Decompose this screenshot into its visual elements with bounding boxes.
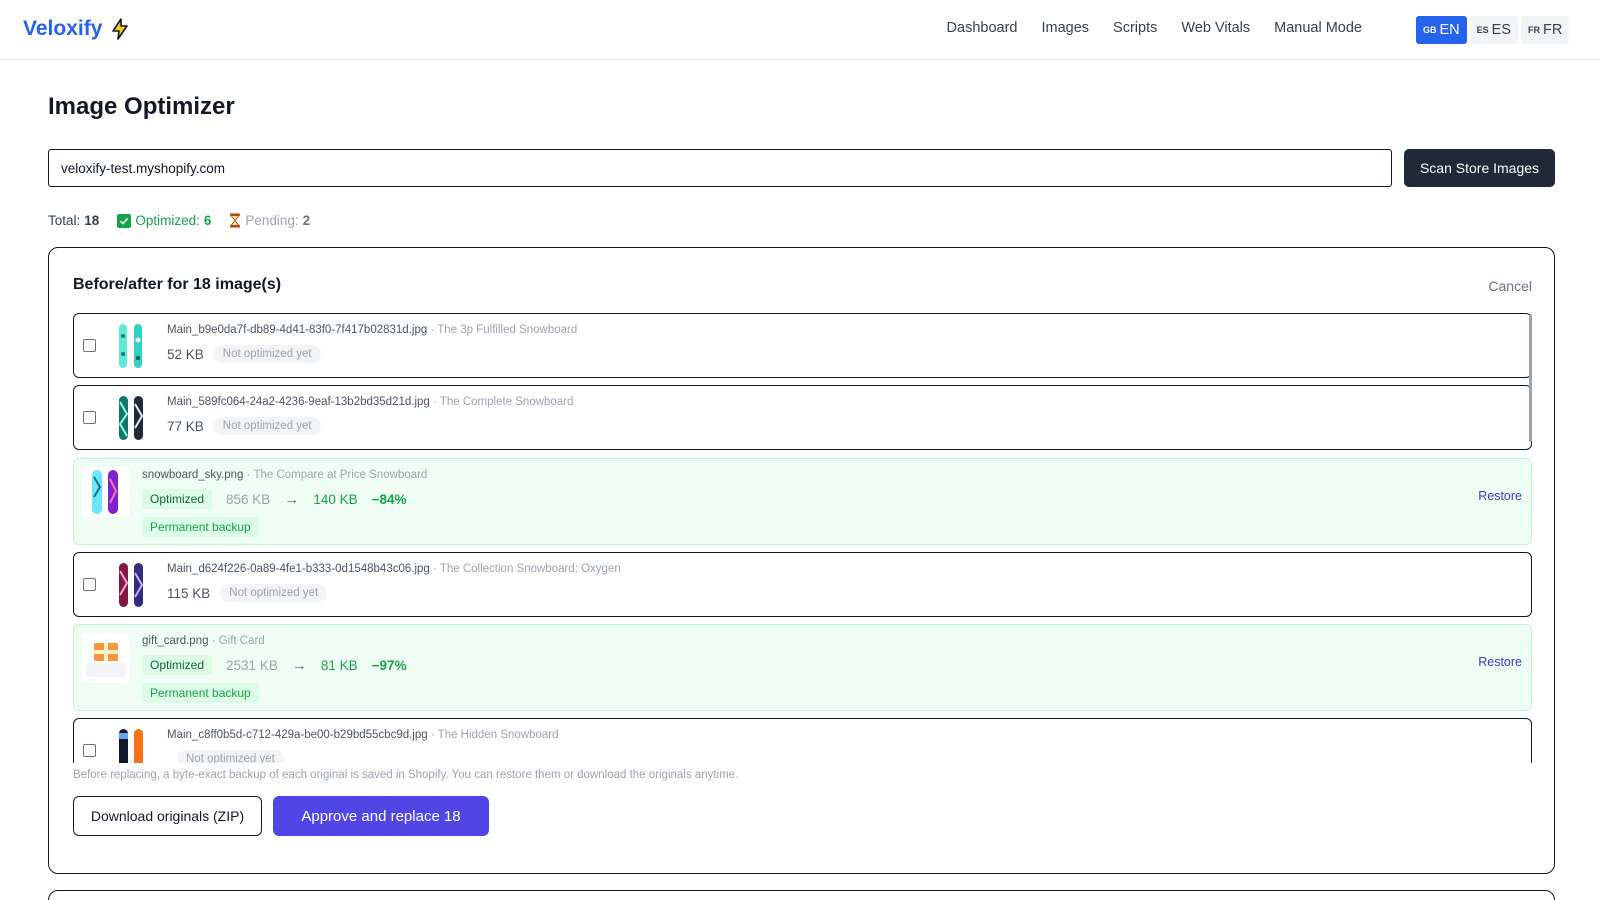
- flag-fr-icon: FR: [1528, 25, 1541, 35]
- image-row-optimized: gift_card.png · Gift Card Optimized 2531…: [73, 624, 1532, 711]
- main-nav: Dashboard Images Scripts Web Vitals Manu…: [947, 20, 1362, 36]
- language-switcher: GB EN ES ES FR FR: [1416, 16, 1570, 44]
- status-badge: Not optimized yet: [213, 417, 321, 435]
- nav-web-vitals[interactable]: Web Vitals: [1181, 20, 1250, 36]
- snowboard-thumbnail: [82, 467, 130, 517]
- stat-pending: Pending: 2: [229, 213, 310, 228]
- arrow-right-icon: →: [284, 490, 300, 508]
- image-stats: Total: 18 Optimized: 6 Pending: 2: [48, 213, 310, 228]
- stat-optimized-value: 6: [203, 213, 212, 228]
- image-row-optimized: snowboard_sky.png · The Compare at Price…: [73, 458, 1532, 545]
- optimized-size: 140 KB: [313, 491, 358, 507]
- select-checkbox[interactable]: [83, 578, 96, 591]
- lang-es-button[interactable]: ES ES: [1469, 16, 1519, 44]
- nav-dashboard[interactable]: Dashboard: [947, 20, 1018, 36]
- file-name: gift_card.png · Gift Card: [142, 635, 265, 647]
- cancel-link[interactable]: Cancel: [1488, 278, 1532, 294]
- flag-gb-icon: GB: [1423, 25, 1437, 35]
- image-row: Main_d624f226-0a89-4fe1-b333-0d1548b43c0…: [73, 552, 1532, 617]
- product-name: · The Complete Snowboard: [429, 396, 574, 408]
- file-size: 52 KB: [167, 346, 204, 362]
- restore-link[interactable]: Restore: [1478, 489, 1522, 503]
- stat-pending-value: 2: [302, 213, 311, 228]
- savings-percent: −97%: [371, 657, 407, 673]
- file-name: Main_b9e0da7f-db89-4d41-83f0-7f417b02831…: [167, 324, 578, 336]
- stat-optimized: Optimized: 6: [117, 213, 211, 228]
- status-badge: Optimized: [142, 489, 213, 509]
- image-row: Main_c8ff0b5d-c712-429a-be00-b29bd55cbc9…: [73, 718, 1532, 763]
- product-name: · The Collection Snowboard: Oxygen: [429, 563, 621, 575]
- product-name: · The Compare at Price Snowboard: [243, 469, 428, 481]
- original-size: 856 KB: [226, 491, 271, 507]
- snowboard-thumbnail: [118, 396, 144, 440]
- image-row: Main_589fc064-24a2-4236-9eaf-13b2bd35d21…: [73, 385, 1532, 450]
- nav-manual-mode[interactable]: Manual Mode: [1274, 20, 1362, 36]
- status-badge: Not optimized yet: [213, 345, 321, 363]
- brand-logo[interactable]: Veloxify: [23, 17, 132, 41]
- check-icon: [117, 213, 132, 228]
- file-name: snowboard_sky.png · The Compare at Price…: [142, 469, 428, 481]
- lang-label: ES: [1491, 22, 1512, 38]
- backup-badge: Permanent backup: [142, 683, 259, 703]
- top-navbar: Veloxify Dashboard Images Scripts Web Vi…: [0, 0, 1600, 60]
- file-size: 77 KB: [167, 418, 204, 434]
- file-name: Main_589fc064-24a2-4236-9eaf-13b2bd35d21…: [167, 396, 574, 408]
- select-checkbox[interactable]: [83, 744, 96, 757]
- arrow-right-icon: →: [291, 656, 307, 674]
- gift-card-thumbnail: [82, 633, 130, 683]
- flag-es-icon: ES: [1476, 25, 1489, 35]
- snowboard-thumbnail: [119, 324, 142, 368]
- stat-total-value: 18: [84, 213, 100, 228]
- hourglass-icon: [230, 213, 241, 228]
- lang-fr-button[interactable]: FR FR: [1521, 16, 1570, 44]
- stat-total: Total: 18: [48, 213, 100, 228]
- lang-label: FR: [1543, 22, 1563, 38]
- product-name: · Gift Card: [208, 635, 265, 647]
- file-size: 115 KB: [167, 585, 211, 601]
- nav-images[interactable]: Images: [1041, 20, 1089, 36]
- snowboard-thumbnail: [119, 563, 144, 607]
- status-badge: Not optimized yet: [177, 750, 284, 763]
- backup-badge: Permanent backup: [142, 517, 259, 537]
- page-title: Image Optimizer: [48, 93, 235, 120]
- select-checkbox[interactable]: [83, 411, 96, 424]
- optimized-size: 81 KB: [320, 657, 358, 673]
- file-name: Main_d624f226-0a89-4fe1-b333-0d1548b43c0…: [167, 563, 621, 575]
- before-after-panel: Before/after for 18 image(s) Cancel Main…: [48, 247, 1555, 874]
- image-list[interactable]: Main_b9e0da7f-db89-4d41-83f0-7f417b02831…: [73, 313, 1532, 763]
- product-name: · The 3p Fulfilled Snowboard: [427, 324, 578, 336]
- brand-name: Veloxify: [23, 17, 103, 40]
- download-originals-button[interactable]: Download originals (ZIP): [73, 796, 262, 836]
- nav-scripts[interactable]: Scripts: [1113, 20, 1157, 36]
- backup-footnote: Before replacing, a byte-exact backup of…: [73, 769, 739, 781]
- approve-replace-button[interactable]: Approve and replace 18: [273, 796, 489, 836]
- lang-en-button[interactable]: GB EN: [1416, 16, 1467, 44]
- scan-store-images-button[interactable]: Scan Store Images: [1404, 149, 1555, 187]
- image-row: Main_b9e0da7f-db89-4d41-83f0-7f417b02831…: [73, 313, 1532, 378]
- restore-link[interactable]: Restore: [1478, 655, 1522, 669]
- next-section-panel: [48, 890, 1555, 900]
- status-badge: Not optimized yet: [220, 584, 328, 602]
- savings-percent: −84%: [371, 491, 407, 507]
- original-size: 2531 KB: [226, 657, 278, 673]
- store-url-input[interactable]: [48, 149, 1392, 187]
- file-name: Main_c8ff0b5d-c712-429a-be00-b29bd55cbc9…: [167, 729, 559, 741]
- lightning-icon: [112, 18, 129, 40]
- snowboard-thumbnail: [119, 729, 143, 763]
- select-checkbox[interactable]: [83, 339, 96, 352]
- status-badge: Optimized: [142, 655, 213, 675]
- product-name: · The Hidden Snowboard: [427, 729, 559, 741]
- panel-title: Before/after for 18 image(s): [73, 276, 282, 293]
- list-scrollbar[interactable]: [1529, 314, 1532, 442]
- lang-label: EN: [1439, 22, 1460, 38]
